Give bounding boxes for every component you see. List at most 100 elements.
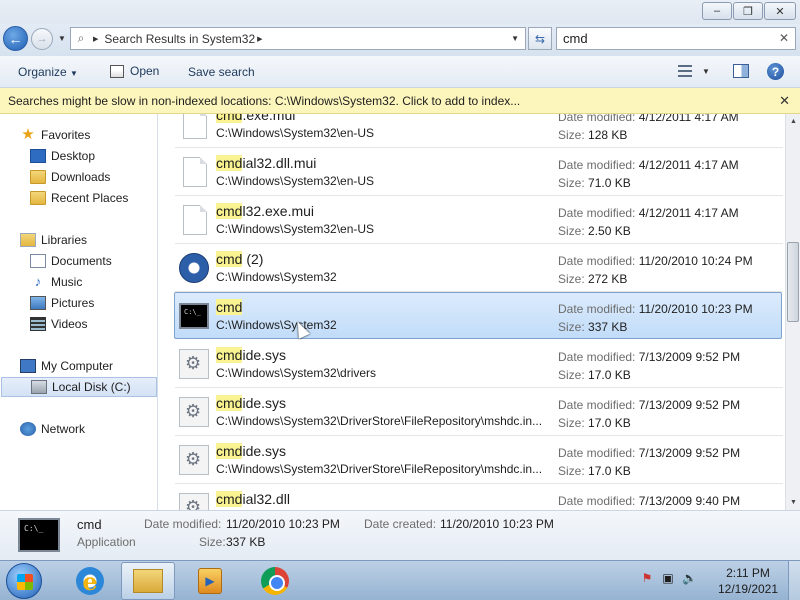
close-infobar-icon[interactable]: ✕ xyxy=(779,93,790,109)
recent-places-icon xyxy=(30,191,46,205)
result-row[interactable]: cmdial32.dll.mui C:\Windows\System32\en-… xyxy=(175,149,783,196)
drive-icon xyxy=(31,380,47,394)
window-controls: – ❐ ✕ xyxy=(702,2,796,20)
vertical-scrollbar[interactable]: ▲ ▼ xyxy=(785,114,800,510)
preview-pane-icon[interactable] xyxy=(733,64,749,78)
nav-music[interactable]: ♪ Music xyxy=(30,272,83,292)
recent-pages-dropdown[interactable]: ▼ xyxy=(58,34,66,43)
command-bar: Organize ▼ Open Save search ▼ ? xyxy=(0,56,800,88)
nav-pictures[interactable]: Pictures xyxy=(30,293,94,313)
file-size: Size: 272 KB xyxy=(558,272,628,286)
details-file-name: cmd xyxy=(77,517,102,532)
maximize-button[interactable]: ❐ xyxy=(733,2,763,20)
pictures-icon xyxy=(30,296,46,310)
index-warning-bar[interactable]: Searches might be slow in non-indexed lo… xyxy=(0,88,800,114)
scroll-up-icon[interactable]: ▲ xyxy=(786,114,800,129)
action-center-icon[interactable]: ⚑ xyxy=(640,571,654,587)
file-date: Date modified: 11/20/2010 10:24 PM xyxy=(558,254,753,268)
file-path: C:\Windows\System32\drivers xyxy=(216,366,377,380)
details-date-created: 11/20/2010 10:23 PM xyxy=(440,517,554,531)
volume-icon[interactable]: 🔈 xyxy=(682,571,697,587)
details-size: 337 KB xyxy=(226,535,266,549)
result-row[interactable]: cmdide.sys C:\Windows\System32\DriverSto… xyxy=(175,437,783,484)
open-button[interactable]: Open xyxy=(110,64,159,78)
file-date: Date modified: 7/13/2009 9:52 PM xyxy=(558,398,741,412)
windows-explorer-taskbar-button[interactable] xyxy=(121,562,175,600)
show-desktop-button[interactable] xyxy=(788,561,800,600)
details-date-modified: 11/20/2010 10:23 PM xyxy=(226,517,340,531)
globe-icon xyxy=(179,253,209,283)
save-search-button[interactable]: Save search xyxy=(188,65,255,79)
breadcrumb-arrow-icon[interactable]: ▶ xyxy=(93,35,98,43)
change-view-icon[interactable] xyxy=(678,65,692,77)
file-size: Size: 71.0 KB xyxy=(558,176,631,190)
organize-button[interactable]: Organize ▼ xyxy=(18,65,78,79)
refresh-button[interactable]: ⇆ xyxy=(528,27,552,50)
folder-icon xyxy=(133,569,163,593)
details-pane: cmd Application Date modified: 11/20/201… xyxy=(0,510,800,560)
system-file-icon xyxy=(179,397,209,427)
file-size: Size: 17.0 KB xyxy=(558,464,631,478)
result-row[interactable]: cmdial32.dll Date modified: 7/13/2009 9:… xyxy=(175,485,783,510)
file-size: Size: 17.0 KB xyxy=(558,416,631,430)
view-options-dropdown[interactable]: ▼ xyxy=(702,67,710,76)
file-name: cmdial32.dll.mui xyxy=(216,155,317,171)
network-status-icon[interactable]: ▣ xyxy=(661,571,675,587)
result-row[interactable]: cmdide.sys C:\Windows\System32\DriverSto… xyxy=(175,389,783,436)
chrome-taskbar-button[interactable] xyxy=(248,562,302,600)
nav-favorites[interactable]: ★ Favorites xyxy=(20,125,90,145)
details-size-label: Size: xyxy=(199,535,226,549)
forward-button[interactable]: → xyxy=(31,28,53,50)
search-results-list: cmd.exe.mui C:\Windows\System32\en-US Da… xyxy=(159,114,785,510)
libraries-icon xyxy=(20,233,36,247)
nav-recent-places[interactable]: Recent Places xyxy=(30,188,128,208)
result-row[interactable]: cmd (2) C:\Windows\System32 Date modifie… xyxy=(175,245,783,292)
internet-explorer-taskbar-button[interactable]: e xyxy=(63,562,117,600)
system-file-icon xyxy=(179,493,209,510)
file-path: C:\Windows\System32\DriverStore\FileRepo… xyxy=(216,462,543,476)
file-path: C:\Windows\System32\en-US xyxy=(216,126,375,140)
breadcrumb-search-results[interactable]: Search Results in System32 xyxy=(104,32,255,46)
nav-videos[interactable]: Videos xyxy=(30,314,87,334)
nav-desktop[interactable]: Desktop xyxy=(30,146,95,166)
media-player-taskbar-button[interactable]: ▶ xyxy=(183,562,237,600)
search-input[interactable]: cmd ✕ xyxy=(556,27,796,50)
nav-local-disk[interactable]: Local Disk (C:) xyxy=(1,377,157,397)
page-icon xyxy=(183,114,207,139)
start-button[interactable] xyxy=(6,563,42,599)
back-button[interactable]: ← xyxy=(3,26,28,51)
system-clock[interactable]: 2:11 PM 12/19/2021 xyxy=(712,565,784,597)
address-bar[interactable]: ⌕ ▶ Search Results in System32 ▶ ▼ xyxy=(70,27,526,50)
address-dropdown-icon[interactable]: ▼ xyxy=(511,34,519,43)
file-path: C:\Windows\System32 xyxy=(216,270,337,284)
minimize-button[interactable]: – xyxy=(702,2,732,20)
search-query: cmd xyxy=(563,31,588,46)
nav-downloads[interactable]: Downloads xyxy=(30,167,110,187)
result-row[interactable]: cmdide.sys C:\Windows\System32\drivers D… xyxy=(175,341,783,388)
file-size: Size: 17.0 KB xyxy=(558,368,631,382)
clear-search-icon[interactable]: ✕ xyxy=(779,31,789,45)
page-icon xyxy=(183,205,207,235)
result-row[interactable]: cmdl32.exe.mui C:\Windows\System32\en-US… xyxy=(175,197,783,244)
file-path: C:\Windows\System32\en-US xyxy=(216,174,375,188)
file-date: Date modified: 4/12/2011 4:17 AM xyxy=(558,206,739,220)
nav-libraries[interactable]: Libraries xyxy=(20,230,87,250)
scrollbar-thumb[interactable] xyxy=(787,242,799,322)
application-icon xyxy=(110,64,124,78)
file-date: Date modified: 7/13/2009 9:52 PM xyxy=(558,446,741,460)
media-player-icon: ▶ xyxy=(198,568,222,594)
result-row[interactable]: cmd.exe.mui C:\Windows\System32\en-US Da… xyxy=(175,114,783,148)
chrome-icon xyxy=(261,567,289,595)
file-name: cmdide.sys xyxy=(216,443,287,459)
result-row-selected[interactable]: cmd C:\Windows\System32 Date modified: 1… xyxy=(174,292,782,339)
nav-network[interactable]: Network xyxy=(20,419,85,439)
help-icon[interactable]: ? xyxy=(767,63,784,80)
search-folder-icon: ⌕ xyxy=(77,31,85,45)
nav-documents[interactable]: Documents xyxy=(30,251,112,271)
file-size: Size: 128 KB xyxy=(558,128,628,142)
file-date: Date modified: 7/13/2009 9:52 PM xyxy=(558,350,741,364)
close-button[interactable]: ✕ xyxy=(764,2,796,20)
scroll-down-icon[interactable]: ▼ xyxy=(786,495,800,510)
nav-my-computer[interactable]: My Computer xyxy=(20,356,113,376)
breadcrumb-arrow-icon[interactable]: ▶ xyxy=(257,35,262,43)
